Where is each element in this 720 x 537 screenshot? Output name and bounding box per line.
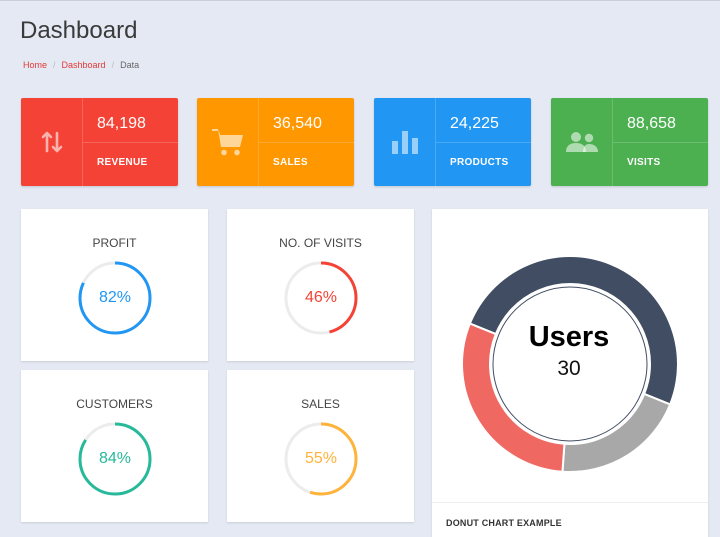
stat-card-products[interactable]: 24,225 PRODUCTS [374, 98, 531, 186]
visits-value: 88,658 [627, 115, 676, 132]
stat-card-visits[interactable]: 88,658 VISITS [551, 98, 708, 186]
donut-caption: DONUT CHART EXAMPLE [446, 518, 562, 528]
donut-center-title: Users [528, 321, 610, 353]
gauge-value: 82% [98, 289, 132, 306]
gauge-card-visits: NO. OF VISITS 46% [227, 209, 414, 361]
products-value: 24,225 [450, 115, 499, 132]
card-divider [613, 142, 708, 143]
visits-label: VISITS [627, 157, 661, 168]
breadcrumb: Home / Dashboard / Data [23, 60, 139, 70]
sales-value: 36,540 [273, 115, 322, 132]
card-divider [259, 142, 354, 143]
card-divider [83, 142, 178, 143]
breadcrumb-home-link[interactable]: Home [23, 60, 47, 70]
gauge-card-sales: SALES 55% [227, 370, 414, 522]
donut-center-value: 30 [557, 357, 581, 380]
breadcrumb-separator: / [111, 60, 115, 70]
page-title: Dashboard [20, 17, 138, 44]
gauge-card-customers: CUSTOMERS 84% [21, 370, 208, 522]
gauge-title: PROFIT [92, 236, 137, 250]
arrows-swap-icon [21, 98, 83, 186]
donut-chart [461, 255, 679, 473]
breadcrumb-separator: / [53, 60, 56, 70]
card-divider [436, 142, 531, 143]
bar-chart-icon [374, 98, 436, 186]
gauge-value: 84% [98, 450, 132, 467]
sales-label: SALES [273, 157, 308, 168]
stat-card-sales[interactable]: 36,540 SALES [197, 98, 354, 186]
breadcrumb-dashboard-link[interactable]: Dashboard [62, 60, 106, 70]
breadcrumb-current: Data [120, 60, 140, 70]
products-label: PRODUCTS [450, 157, 509, 168]
revenue-value: 84,198 [97, 115, 146, 132]
gauge-title: NO. OF VISITS [279, 236, 362, 250]
gauge-value: 55% [304, 450, 338, 467]
gauge-card-profit: PROFIT 82% [21, 209, 208, 361]
revenue-label: REVENUE [97, 157, 148, 168]
users-icon [551, 98, 613, 186]
gauge-value: 46% [304, 289, 338, 306]
gauge-title: SALES [301, 397, 340, 411]
donut-footer-divider [432, 502, 708, 503]
stat-card-revenue[interactable]: 84,198 REVENUE [21, 98, 178, 186]
shopping-cart-icon [197, 98, 259, 186]
gauge-title: CUSTOMERS [76, 397, 153, 411]
donut-chart-card: Users 30 DONUT CHART EXAMPLE [432, 209, 708, 537]
